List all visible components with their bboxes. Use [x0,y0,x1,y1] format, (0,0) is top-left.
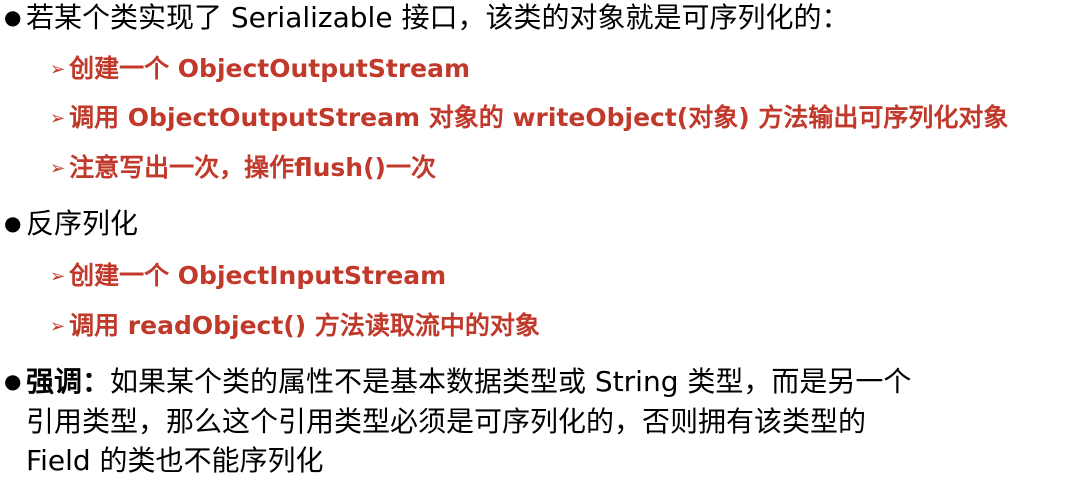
bullet-serialize: ● 若某个类实现了 Serializable 接口，该类的对象就是可序列化的： [0,4,849,32]
emphasis-label: 强调： [26,365,111,398]
step-text: 调用 readObject() 方法读取流中的对象 [69,311,540,340]
step-text: 调用 ObjectOutputStream 对象的 writeObject(对象… [69,103,1009,132]
arrow-right-icon: ➢ [50,266,66,287]
bullet-dot-icon: ● [4,5,22,29]
arrow-right-icon: ➢ [50,59,66,80]
bullet-deserialize-text: 反序列化 [26,207,139,240]
arrow-right-icon: ➢ [50,158,66,179]
emphasis-line-2: 引用类型，那么这个引用类型必须是可序列化的，否则拥有该类型的 [26,405,867,438]
step-text: 创建一个 ObjectOutputStream [69,54,471,83]
emphasis-line-1: 如果某个类的属性不是基本数据类型或 String 类型，而是另一个 [110,365,912,398]
step-serialize-3: ➢ 注意写出一次，操作flush()一次 [50,155,436,180]
step-deserialize-2: ➢ 调用 readObject() 方法读取流中的对象 [50,313,540,338]
bullet-emphasis: ● 强调：如果某个类的属性不是基本数据类型或 String 类型，而是另一个 [0,368,911,396]
arrow-right-icon: ➢ [50,108,66,129]
bullet-dot-icon: ● [4,211,22,235]
step-deserialize-1: ➢ 创建一个 ObjectInputStream [50,263,446,288]
step-serialize-2: ➢ 调用 ObjectOutputStream 对象的 writeObject(对… [50,105,1008,130]
step-text: 注意写出一次，操作flush()一次 [69,153,436,182]
bullet-dot-icon: ● [4,369,22,393]
step-text: 创建一个 ObjectInputStream [69,261,447,290]
emphasis-line-3: Field 的类也不能序列化 [26,444,324,477]
step-serialize-1: ➢ 创建一个 ObjectOutputStream [50,56,470,81]
bullet-serialize-text: 若某个类实现了 Serializable 接口，该类的对象就是可序列化的： [26,1,850,34]
arrow-right-icon: ➢ [50,316,66,337]
bullet-deserialize: ● 反序列化 [0,210,138,238]
